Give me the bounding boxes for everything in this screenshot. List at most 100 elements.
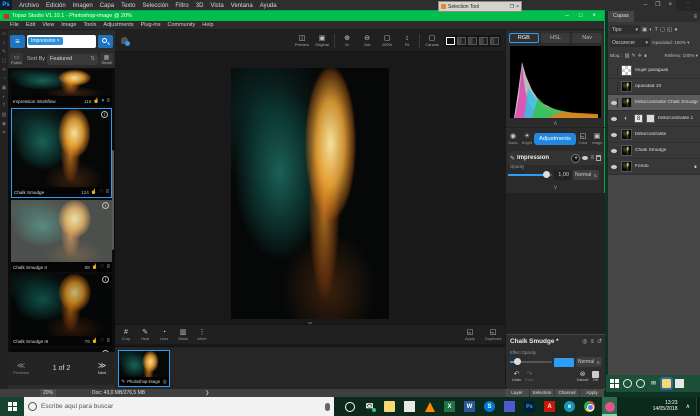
tray-circle-icon-2[interactable] xyxy=(636,379,645,388)
photoshop-toolbar-strip[interactable]: ▭⌕✎▢✛◔▣◐T▨◉⌗ xyxy=(0,30,8,389)
chevron-down-icon[interactable]: ∨ xyxy=(506,184,605,191)
preview-button[interactable]: ◫Preview xyxy=(294,35,310,47)
panel-menu-icon[interactable]: ≡ xyxy=(693,14,697,20)
chevron-right-icon[interactable]: ❯ xyxy=(205,390,209,396)
zoom-in-button[interactable]: ⊕In xyxy=(339,35,355,47)
duplicate-button[interactable]: ◱Duplicate xyxy=(485,329,501,341)
basic-tool-button[interactable]: ◉Basic xyxy=(506,133,520,145)
ps-menu-archivo[interactable]: Archivo xyxy=(19,3,39,9)
topaz-menu-view[interactable]: View xyxy=(42,22,54,28)
info-icon[interactable]: i xyxy=(102,202,109,209)
topaz-menu-adjustments[interactable]: Adjustments xyxy=(103,22,133,28)
bottom-tab-apply[interactable]: Apply xyxy=(580,389,604,397)
next-page-button[interactable]: ≫Next xyxy=(89,362,115,375)
adjustment-layer-filter-icon[interactable]: ◐ xyxy=(649,27,652,33)
topaz-studio-icon[interactable] xyxy=(602,397,617,416)
zoom-out-button[interactable]: ⊖Out xyxy=(359,35,375,47)
ps-menu-filtro[interactable]: Filtro xyxy=(175,3,188,9)
zoom-100-button[interactable]: ▢100% xyxy=(379,35,395,47)
effect-opacity-value-selected[interactable] xyxy=(554,358,574,367)
bottom-tab-selection[interactable]: Selection xyxy=(530,389,554,397)
tray-chevron-icon[interactable]: ∧ xyxy=(686,403,690,410)
menu-hamburger-button[interactable]: ≡ xyxy=(10,35,25,48)
ps-menu-3d[interactable]: 3D xyxy=(196,3,204,9)
topaz-menu-image[interactable]: Image xyxy=(61,22,76,28)
view-mode-split-v-button[interactable] xyxy=(468,37,477,45)
ps-menu-vista[interactable]: Vista xyxy=(210,3,223,9)
group-layer-filter-icon[interactable]: ▢ xyxy=(660,27,665,33)
topaz-menu-tools[interactable]: Tools xyxy=(83,22,96,28)
ps-menu-capa[interactable]: Capa xyxy=(100,3,114,9)
preset-menu-icon[interactable]: ≡ xyxy=(105,189,109,195)
blend-mode-dropdown[interactable]: Normal⇅ xyxy=(573,170,599,180)
search-button[interactable] xyxy=(98,35,113,48)
layer-row-brillo-contraste-1[interactable]: ◐8brillo/contraste 1 xyxy=(608,111,700,127)
panel-collapse-handle[interactable]: ∧ xyxy=(506,120,605,128)
layer-row-fondo[interactable]: Fondo∎ xyxy=(608,159,700,175)
layer-opacity-field[interactable]: Opacidad: 100% ▾ xyxy=(652,40,690,46)
topaz-menu-file[interactable]: File xyxy=(10,22,19,28)
tray-mail-icon[interactable]: ✉ xyxy=(649,379,658,388)
topaz-menu-plug-ins[interactable]: Plug-ins xyxy=(141,22,161,28)
type-layer-filter-icon[interactable]: T xyxy=(655,27,658,33)
mail-icon[interactable]: ✉ xyxy=(362,397,377,416)
acrobat-icon[interactable]: A xyxy=(542,397,557,416)
preset-card-chalk-smudge-ii[interactable]: iChalk Smudge II88☝♡≡ xyxy=(11,200,112,272)
public-presets-button[interactable]: ▭Public xyxy=(10,53,23,65)
color-tool-button[interactable]: ◱Color xyxy=(576,133,590,145)
layer-row-brillo-contraste-chalk-smudge-ii[interactable]: brillo/contraste Chalk Smudge II xyxy=(608,95,700,111)
edge-icon[interactable]: e xyxy=(562,397,577,416)
close-icon[interactable]: × xyxy=(668,0,672,11)
adjustment-entry[interactable]: ✎ Impression + ≡ xyxy=(508,151,603,165)
mask-tool-button[interactable]: ▥Mask xyxy=(175,329,191,341)
histogram-tab-nav[interactable]: Nav xyxy=(572,33,602,43)
close-icon[interactable]: × xyxy=(516,4,519,10)
layer-filter-dropdown[interactable]: Tipo▾ xyxy=(610,25,640,34)
view-mode-side-by-side-button[interactable] xyxy=(479,37,488,45)
photoshop-icon[interactable]: Ps xyxy=(522,397,537,416)
bottom-tab-layer[interactable]: Layer xyxy=(505,389,529,397)
zoom-level-field[interactable]: 20% xyxy=(40,389,56,397)
settings-icon[interactable]: ◎ xyxy=(163,379,167,385)
pdf-icon[interactable] xyxy=(502,397,517,416)
blend-mode-dropdown[interactable]: Oscurecer▾ xyxy=(610,38,650,47)
heart-icon[interactable]: ♡ xyxy=(99,189,103,195)
bright-tool-button[interactable]: ☀Bright xyxy=(520,133,534,145)
restore-icon[interactable]: ❐ xyxy=(510,4,514,10)
crop-tool-button[interactable]: #Crop xyxy=(118,329,134,341)
cancel-button[interactable]: ⊗Cancel xyxy=(576,371,589,382)
topaz-menu-community[interactable]: Community xyxy=(167,22,195,28)
layer-visibility-toggle[interactable] xyxy=(610,146,618,156)
thumbnail-size-button[interactable]: ▦Small xyxy=(100,53,113,65)
ok-button[interactable]: OK xyxy=(589,371,602,382)
ps-menu-ayuda[interactable]: Ayuda xyxy=(260,3,277,9)
layer-visibility-toggle[interactable] xyxy=(610,162,618,172)
ps-menu-selecci-n[interactable]: Selección xyxy=(142,3,168,9)
search-input[interactable]: Impression × xyxy=(27,35,96,48)
trash-icon[interactable] xyxy=(596,155,601,161)
ps-menu-texto[interactable]: Texto xyxy=(121,3,135,9)
layer-visibility-toggle[interactable] xyxy=(610,82,618,92)
start-button[interactable] xyxy=(0,397,24,416)
fit-button[interactable]: ↕Fit xyxy=(399,35,415,47)
preset-menu-icon[interactable]: ≡ xyxy=(106,98,110,104)
taskbar-clock[interactable]: 13:23 14/05/2018 xyxy=(653,401,678,412)
menu-icon[interactable]: ≡ xyxy=(590,339,594,345)
microphone-icon[interactable] xyxy=(325,403,330,411)
info-icon[interactable]: i xyxy=(102,276,109,283)
maximize-icon[interactable]: □ xyxy=(579,11,583,21)
layer-row-chalk-smudge[interactable]: Chalk Smudge xyxy=(608,143,700,159)
share-icon[interactable]: ◎ xyxy=(582,338,587,345)
lock-all-icon[interactable]: ∎ xyxy=(644,53,647,59)
layer-visibility-toggle[interactable] xyxy=(610,66,618,76)
filter-pin-icon[interactable]: ● xyxy=(674,27,677,33)
tray-circle-icon[interactable] xyxy=(623,379,632,388)
close-icon[interactable]: × xyxy=(592,11,596,21)
view-mode-single-button[interactable] xyxy=(446,37,455,45)
document-icon[interactable] xyxy=(402,397,417,416)
image-tool-button[interactable]: ▣Image xyxy=(590,133,604,145)
canvas-button[interactable]: ▢Canvas xyxy=(424,35,440,47)
redo-button[interactable]: ↷Redo xyxy=(523,371,536,382)
effect-opacity-slider[interactable] xyxy=(510,361,552,363)
heart-icon[interactable]: ♡ xyxy=(100,338,104,344)
